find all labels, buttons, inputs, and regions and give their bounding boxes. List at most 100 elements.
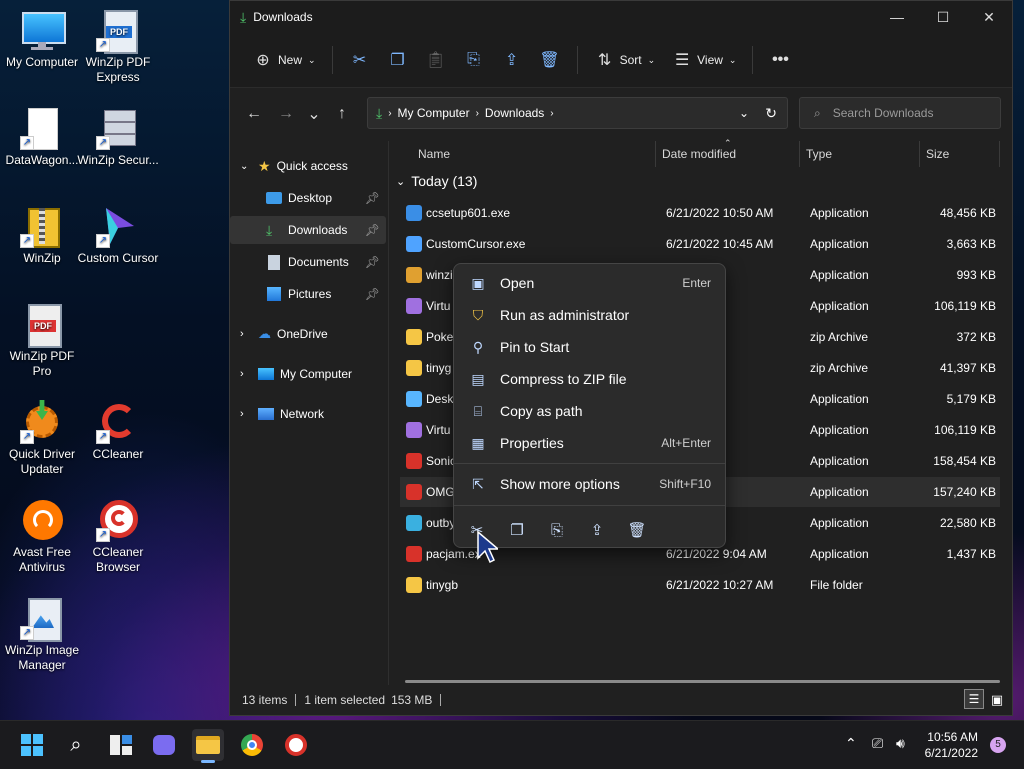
up-button[interactable]: ↑: [326, 98, 358, 130]
maximize-button[interactable]: ☐: [920, 1, 966, 33]
breadcrumb-my-computer[interactable]: My Computer: [398, 106, 470, 120]
desktop-icon-my-computer[interactable]: My Computer: [0, 8, 84, 70]
task-view-button[interactable]: [105, 729, 137, 761]
column-type[interactable]: Type: [800, 141, 920, 167]
file-explorer-taskbar-button[interactable]: [192, 729, 224, 763]
shortcut-arrow-icon: ↗: [20, 136, 34, 150]
sort-button[interactable]: ⇅ Sort ⌄: [586, 43, 664, 77]
address-dropdown-icon[interactable]: ⌄: [739, 106, 749, 120]
show-hidden-icons-button[interactable]: ⌃: [845, 735, 857, 752]
menu-rename-button[interactable]: ⎘: [544, 517, 570, 543]
desktop-icon-datawagon[interactable]: ↗ DataWagon...: [0, 106, 84, 168]
column-size[interactable]: Size: [920, 141, 1000, 167]
sidebar-item-pictures[interactable]: Pictures 📌︎: [230, 280, 386, 308]
close-button[interactable]: ✕: [966, 1, 1012, 33]
table-row[interactable]: tinygb 6/21/2022 10:27 AM File folder: [400, 570, 1000, 600]
image-icon: ↗: [20, 596, 64, 642]
cell-type: Application: [810, 299, 869, 313]
menu-item-pin-to-start[interactable]: ⚲ Pin to Start: [458, 332, 721, 362]
paste-button[interactable]: 📋︎: [417, 43, 455, 77]
table-row[interactable]: CustomCursor.exe 6/21/2022 10:45 AM Applic…: [400, 229, 1000, 259]
ccleaner-browser-taskbar-button[interactable]: [280, 729, 312, 761]
cell-name: Sonic: [426, 454, 457, 468]
menu-item-copy-as-path[interactable]: ⌸ Copy as path: [458, 396, 721, 426]
application-icon: [406, 546, 422, 562]
horizontal-scrollbar[interactable]: [405, 680, 1000, 683]
column-date[interactable]: Date modified ⌃: [656, 138, 800, 167]
menu-item-run-as-administrator[interactable]: ⛉ Run as administrator: [458, 300, 721, 330]
context-menu: ▣ Open Enter ⛉ Run as administrator ⚲ Pi…: [453, 263, 726, 548]
forward-button[interactable]: →: [270, 98, 302, 130]
pin-icon[interactable]: 📌︎: [365, 191, 380, 205]
sidebar-my-computer[interactable]: › My Computer: [230, 360, 386, 388]
share-button[interactable]: ⇪: [493, 43, 531, 77]
sidebar-item-documents[interactable]: Documents 📌︎: [230, 248, 386, 276]
cut-button[interactable]: ✂: [341, 43, 379, 77]
sidebar-item-desktop[interactable]: Desktop 📌︎: [230, 184, 386, 212]
menu-item-open[interactable]: ▣ Open Enter: [458, 268, 721, 298]
rename-button[interactable]: ⎘: [455, 43, 493, 77]
shortcut-arrow-icon: ↗: [96, 136, 110, 150]
more-options-button[interactable]: •••: [761, 43, 799, 77]
menu-item-properties[interactable]: ▦ Properties Alt+Enter: [458, 428, 721, 458]
minimize-button[interactable]: —: [874, 1, 920, 33]
address-bar[interactable]: ⤓ › My Computer › Downloads › ⌄ ↻: [367, 97, 788, 129]
browser-icon: [285, 734, 307, 756]
refresh-icon[interactable]: ↻: [765, 105, 777, 122]
menu-share-button[interactable]: ⇪: [584, 517, 610, 543]
cell-name: Virtu: [426, 299, 451, 313]
sidebar-item-downloads[interactable]: ⤓ Downloads 📌︎: [230, 216, 386, 244]
volume-icon[interactable]: 🔊︎: [896, 735, 905, 752]
recent-locations-button[interactable]: ⌄: [302, 98, 326, 130]
search-input[interactable]: Search Downloads: [833, 106, 934, 120]
new-button[interactable]: ⊕ New ⌄: [244, 43, 324, 77]
menu-copy-button[interactable]: ❐: [504, 517, 530, 543]
network-status-icon[interactable]: ⎚: [872, 735, 883, 752]
desktop-icon-winzip-pdf-express[interactable]: PDF ↗ WinZip PDF Express: [76, 8, 160, 85]
notification-badge[interactable]: 5: [990, 737, 1006, 753]
desktop-icon-winzip-image-manager[interactable]: ↗ WinZip Image Manager: [0, 596, 84, 673]
menu-item-show-more-options[interactable]: ⇱ Show more options Shift+F10: [458, 469, 721, 499]
sidebar-network[interactable]: › Network: [230, 400, 386, 428]
pane-divider[interactable]: [388, 141, 389, 685]
column-name[interactable]: Name: [396, 141, 656, 167]
pin-icon[interactable]: 📌︎: [365, 287, 380, 301]
tiles-view-button[interactable]: ▣: [988, 691, 1006, 709]
cell-date: 6/21/2022 10:50 AM: [666, 206, 774, 220]
chat-button[interactable]: [148, 729, 180, 761]
table-row[interactable]: ccsetup601.exe 6/21/2022 10:50 AM Applicat…: [400, 198, 1000, 228]
view-button[interactable]: ☰ View ⌄: [663, 43, 744, 77]
desktop-icon-custom-cursor[interactable]: ↗ Custom Cursor: [76, 204, 160, 266]
zip-icon: ▤: [471, 370, 485, 387]
delete-button[interactable]: 🗑︎: [531, 43, 569, 77]
start-button[interactable]: [16, 729, 48, 761]
pin-icon[interactable]: 📌︎: [365, 223, 380, 237]
taskbar-search-button[interactable]: ⌕: [60, 729, 92, 761]
desktop-icon-ccleaner-browser[interactable]: ↗ CCleaner Browser: [76, 498, 160, 575]
file-icon: ↗: [20, 106, 64, 150]
copy-button[interactable]: ❐: [379, 43, 417, 77]
desktop-icon-quick-driver-updater[interactable]: ↗ Quick Driver Updater: [0, 400, 84, 477]
menu-delete-button[interactable]: 🗑︎: [624, 517, 650, 543]
desktop-icon-winzip-secure[interactable]: ↗ WinZip Secur...: [76, 106, 160, 168]
back-button[interactable]: ←: [238, 98, 270, 130]
download-icon: ⤓: [240, 8, 247, 25]
group-header-today[interactable]: ⌄ Today (13): [396, 173, 477, 189]
sidebar-onedrive[interactable]: › ☁ OneDrive: [230, 320, 386, 348]
sidebar-quick-access[interactable]: ⌄ ★ Quick access: [230, 152, 386, 180]
pin-icon[interactable]: 📌︎: [365, 255, 380, 269]
system-clock[interactable]: 10:56 AM 6/21/2022: [925, 729, 978, 761]
sort-indicator-icon: ⌃: [724, 138, 732, 148]
desktop-icon-ccleaner[interactable]: ↗ CCleaner: [76, 400, 160, 462]
desktop-icon-avast[interactable]: Avast Free Antivirus: [0, 498, 84, 575]
desktop-icon-winzip-pdf-pro[interactable]: PDF WinZip PDF Pro: [0, 302, 84, 379]
search-box[interactable]: ⌕ Search Downloads: [799, 97, 1001, 129]
cell-name: outby: [426, 516, 456, 530]
desktop-folder-icon: [266, 192, 282, 204]
breadcrumb-downloads[interactable]: Downloads: [485, 106, 544, 120]
details-view-button[interactable]: ☰: [964, 689, 984, 709]
chevron-right-icon: ›: [240, 408, 244, 420]
chrome-taskbar-button[interactable]: [236, 729, 268, 761]
menu-item-compress-zip[interactable]: ▤ Compress to ZIP file: [458, 364, 721, 394]
desktop-icon-winzip[interactable]: ↗ WinZip: [0, 204, 84, 266]
